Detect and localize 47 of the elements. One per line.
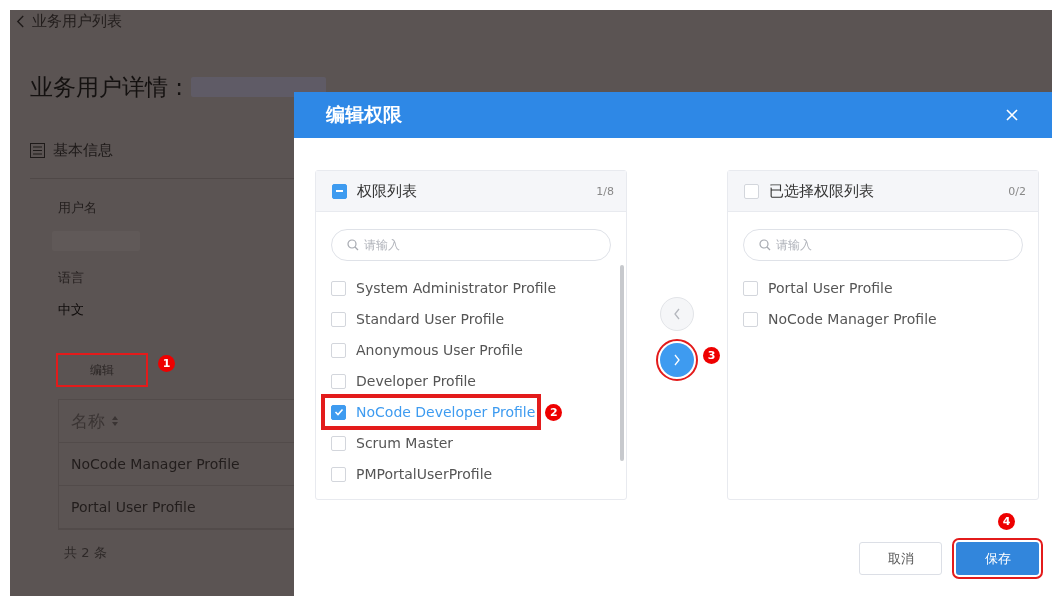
- table-cell: NoCode Manager Profile: [71, 456, 240, 472]
- list-item[interactable]: Anonymous User Profile: [323, 334, 527, 366]
- section-title: 基本信息: [53, 140, 113, 160]
- search-field[interactable]: 请输入: [331, 229, 611, 261]
- checkbox[interactable]: [331, 280, 346, 296]
- close-icon[interactable]: [1006, 109, 1018, 121]
- checkbox[interactable]: [331, 373, 346, 389]
- checkbox[interactable]: [331, 404, 346, 420]
- list-item[interactable]: Standard User Profile: [323, 303, 509, 335]
- chevron-right-icon: [673, 354, 681, 366]
- callout-badge: 3: [703, 347, 720, 364]
- checkbox[interactable]: [331, 435, 346, 451]
- list-icon: [30, 142, 45, 158]
- checkbox[interactable]: [743, 311, 758, 327]
- checkbox[interactable]: [743, 280, 758, 296]
- item-count: 0/2: [1008, 184, 1026, 198]
- callout-badge: 4: [998, 513, 1015, 530]
- item-count: 1/8: [596, 184, 614, 198]
- page-title: 业务用户详情 :: [30, 72, 184, 102]
- list-item[interactable]: NoCode Manager Profile: [735, 303, 941, 335]
- list-item[interactable]: System Administrator Profile: [323, 272, 561, 304]
- search-icon: [347, 239, 359, 251]
- sort-icon[interactable]: [111, 415, 119, 427]
- checkmark-icon: [332, 406, 345, 418]
- checkbox[interactable]: [331, 311, 346, 327]
- list-item[interactable]: Portal User Profile: [735, 272, 897, 304]
- table-cell: Portal User Profile: [71, 499, 196, 515]
- move-right-button[interactable]: [660, 343, 694, 377]
- chevron-left-icon[interactable]: [16, 14, 25, 28]
- select-all-checkbox[interactable]: [332, 183, 347, 199]
- list-item[interactable]: Scrum Master: [323, 427, 458, 459]
- scrollbar[interactable]: [620, 265, 624, 461]
- chevron-left-icon: [673, 308, 681, 320]
- panel-title: 权限列表: [357, 181, 418, 201]
- checkbox[interactable]: [331, 342, 346, 358]
- select-all-checkbox[interactable]: [744, 183, 759, 199]
- search-field[interactable]: 请输入: [743, 229, 1023, 261]
- panel-title: 已选择权限列表: [769, 181, 875, 201]
- cancel-button[interactable]: 取消: [859, 542, 942, 575]
- search-icon: [759, 239, 771, 251]
- dialog-title: 编辑权限: [326, 102, 402, 127]
- callout-badge: 2: [545, 403, 563, 421]
- callout-badge: 1: [158, 355, 175, 372]
- field-value: 中文: [58, 301, 84, 319]
- list-item[interactable]: PMPortalUserProfile: [323, 458, 497, 490]
- checkbox[interactable]: [331, 466, 346, 482]
- list-item[interactable]: Developer Profile: [323, 365, 480, 397]
